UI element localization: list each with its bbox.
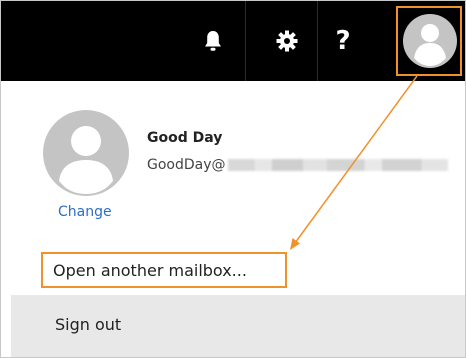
- open-another-mailbox-label: Open another mailbox...: [53, 260, 247, 280]
- account-menu-button[interactable]: [397, 1, 465, 81]
- change-photo-link[interactable]: Change: [58, 204, 112, 220]
- email-redaction-blur: [227, 159, 448, 171]
- help-icon: ?: [335, 26, 351, 56]
- sign-out-label: Sign out: [55, 315, 122, 334]
- help-button[interactable]: ?: [319, 1, 367, 81]
- user-avatar: [43, 110, 129, 196]
- avatar-icon: [403, 14, 457, 68]
- user-display-name: Good Day: [147, 130, 223, 146]
- gear-icon: [276, 30, 298, 52]
- settings-button[interactable]: [263, 1, 311, 81]
- bell-icon: [205, 31, 221, 51]
- top-navigation-bar: ?: [1, 1, 465, 81]
- user-email-visible-part: GoodDay@: [147, 157, 226, 173]
- topbar-divider: [317, 1, 318, 81]
- account-flyout-screenshot: ? Good Day GoodDay@ Change Open another …: [0, 0, 466, 358]
- open-another-mailbox-button[interactable]: Open another mailbox...: [41, 252, 287, 288]
- topbar-divider: [245, 1, 246, 81]
- user-email: GoodDay@: [147, 157, 448, 173]
- notifications-button[interactable]: [189, 1, 237, 81]
- sign-out-row[interactable]: Sign out: [11, 295, 465, 357]
